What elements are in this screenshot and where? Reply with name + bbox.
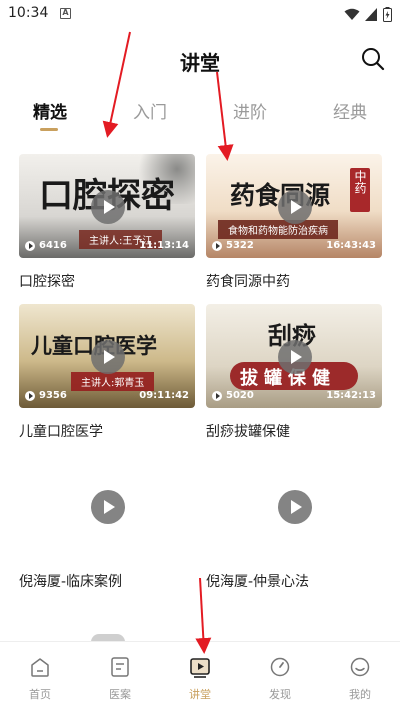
tab-beginner[interactable]: 入门 [115, 98, 185, 123]
play-icon[interactable] [91, 490, 125, 524]
video-duration: 09:11:42 [139, 390, 189, 401]
video-icon [190, 658, 210, 678]
nav-home[interactable]: 首页 [0, 642, 80, 710]
status-icons [344, 6, 392, 22]
video-duration: 11:13:14 [139, 240, 189, 251]
course-title[interactable]: 药食同源中药 [206, 271, 290, 291]
nav-cases[interactable]: 医案 [80, 642, 160, 710]
course-card[interactable]: 口腔探密 主讲人:王予江 6416 11:13:14 口腔探密 [19, 154, 195, 294]
nav-label: 发现 [269, 688, 291, 701]
nav-label: 医案 [109, 688, 131, 701]
speaker-label: 主讲人:郭青玉 [71, 372, 155, 391]
notification-icon: A [60, 8, 71, 19]
video-duration: 15:42:13 [326, 390, 376, 401]
play-count-icon [25, 391, 35, 401]
compass-icon [270, 657, 290, 677]
play-icon[interactable] [278, 490, 312, 524]
play-icon[interactable] [278, 190, 312, 224]
subtitle-label: 食物和药物能防治疾病 [218, 220, 338, 239]
course-card[interactable]: 刮痧 拔罐保健 5020 15:42:13 刮痧拔罐保健 [206, 304, 382, 444]
tab-label: 入门 [133, 103, 167, 123]
view-count: 6416 [39, 240, 67, 251]
tab-classic[interactable]: 经典 [315, 98, 385, 123]
play-icon[interactable] [91, 190, 125, 224]
nav-profile[interactable]: 我的 [320, 642, 400, 710]
nav-label: 我的 [349, 688, 371, 701]
play-icon[interactable] [278, 340, 312, 374]
tab-advanced[interactable]: 进阶 [215, 98, 285, 123]
view-count: 5322 [226, 240, 254, 251]
play-count-icon [212, 241, 222, 251]
status-bar: 10:34 A [0, 0, 400, 30]
tab-featured[interactable]: 精选 [15, 98, 85, 131]
annotation-arrow [195, 577, 212, 654]
page-title: 讲堂 [180, 51, 220, 75]
tab-label: 精选 [33, 103, 67, 123]
tab-label: 进阶 [233, 103, 267, 123]
battery-icon [383, 6, 392, 22]
course-thumbnail[interactable]: 儿童口腔医学 主讲人:郭青玉 9356 09:11:42 [19, 304, 195, 408]
tab-active-indicator [40, 128, 58, 131]
course-title[interactable]: 儿童口腔医学 [19, 421, 103, 441]
course-title[interactable]: 刮痧拔罐保健 [206, 421, 290, 441]
status-time: 10:34 [8, 5, 49, 21]
course-card[interactable]: 倪海厦-临床案例 [19, 454, 195, 594]
course-card[interactable]: 儿童口腔医学 主讲人:郭青玉 9356 09:11:42 儿童口腔医学 [19, 304, 195, 444]
nav-label: 讲堂 [189, 688, 211, 701]
course-thumbnail[interactable]: 口腔探密 主讲人:王予江 6416 11:13:14 [19, 154, 195, 258]
course-thumbnail[interactable] [206, 454, 382, 558]
badge-text: 中药 [353, 170, 367, 194]
nav-label: 首页 [29, 688, 51, 701]
search-icon[interactable] [360, 46, 386, 72]
course-title[interactable]: 倪海厦-仲景心法 [206, 571, 309, 591]
smile-icon [350, 657, 370, 677]
course-thumbnail[interactable]: 刮痧 拔罐保健 5020 15:42:13 [206, 304, 382, 408]
view-count: 9356 [39, 390, 67, 401]
course-thumbnail[interactable] [19, 454, 195, 558]
category-tabs: 精选 入门 进阶 经典 [0, 98, 400, 134]
play-icon[interactable] [91, 340, 125, 374]
video-meta: 5020 15:42:13 [212, 390, 376, 403]
category-badge: 中药 [350, 168, 370, 212]
video-meta: 6416 11:13:14 [25, 240, 189, 253]
tab-label: 经典 [333, 103, 367, 123]
course-card[interactable]: 药食同源 中药 食物和药物能防治疾病 5322 16:43:43 药食同源中药 [206, 154, 382, 294]
course-thumbnail[interactable]: 药食同源 中药 食物和药物能防治疾病 5322 16:43:43 [206, 154, 382, 258]
wifi-icon [344, 8, 360, 20]
document-icon [111, 657, 129, 677]
play-count-icon [25, 241, 35, 251]
bottom-nav: 首页 医案 讲堂 发现 我的 [0, 641, 400, 710]
home-icon [31, 658, 49, 677]
course-title[interactable]: 倪海厦-临床案例 [19, 571, 122, 591]
course-card[interactable]: 倪海厦-仲景心法 [206, 454, 382, 594]
video-meta: 5322 16:43:43 [212, 240, 376, 253]
video-duration: 16:43:43 [326, 240, 376, 251]
play-count-icon [212, 391, 222, 401]
course-title[interactable]: 口腔探密 [19, 271, 75, 291]
video-meta: 9356 09:11:42 [25, 390, 189, 403]
nav-lecture[interactable]: 讲堂 [160, 642, 240, 710]
signal-icon [365, 7, 377, 21]
app-header: 讲堂 [0, 38, 400, 78]
view-count: 5020 [226, 390, 254, 401]
nav-discover[interactable]: 发现 [240, 642, 320, 710]
